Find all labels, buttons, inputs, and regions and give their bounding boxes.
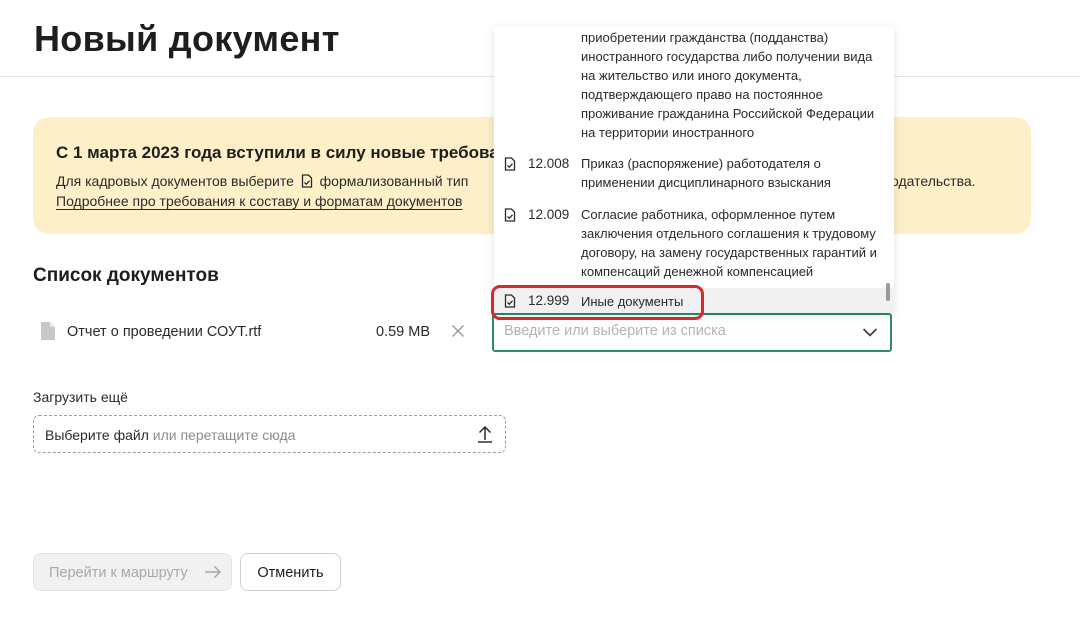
file-name: Отчет о проведении СОУТ.rtf (67, 324, 262, 340)
cancel-button-label: Отменить (257, 565, 324, 581)
dropzone-text: Выберите файл или перетащите сюда (45, 427, 295, 443)
file-row: Отчет о проведении СОУТ.rtf 0.59 MB (40, 318, 480, 346)
documents-section-title: Список документов (33, 265, 219, 286)
document-type-dropdown: приобретении гражданства (подданства) ин… (494, 26, 894, 313)
chevron-down-icon[interactable] (862, 325, 878, 339)
notice-text-tail: одательства. (891, 173, 976, 189)
dropdown-item-code: 12.009 (528, 207, 570, 222)
next-to-route-button[interactable]: Перейти к маршруту (33, 553, 232, 591)
document-type-input[interactable] (504, 323, 844, 339)
drag-here-text: или перетащите сюда (152, 427, 296, 443)
document-check-icon (301, 174, 312, 188)
dropdown-item-12009[interactable]: 12.009 Согласие работника, оформленное п… (494, 202, 894, 286)
dropdown-item-code: 12.008 (528, 156, 570, 171)
choose-file-text[interactable]: Выберите файл (45, 427, 149, 443)
document-type-select[interactable] (492, 313, 892, 352)
upload-label: Загрузить ещё (33, 389, 128, 405)
notice-text-before: Для кадровых документов выберите (56, 173, 294, 189)
dropdown-item-12008[interactable]: 12.008 Приказ (распоряжение) работодател… (494, 151, 894, 197)
cancel-button[interactable]: Отменить (240, 553, 341, 591)
dropdown-item-text: Приказ (распоряжение) работодателя о при… (581, 156, 831, 190)
file-icon (41, 322, 55, 340)
upload-icon[interactable] (477, 425, 493, 443)
dropdown-scrollbar[interactable] (886, 283, 890, 301)
document-check-icon (504, 208, 516, 222)
arrow-right-icon (205, 565, 222, 579)
dropdown-item[interactable]: приобретении гражданства (подданства) ин… (494, 26, 894, 148)
notice-title: С 1 марта 2023 года вступили в силу новы… (56, 143, 530, 162)
page-title: Новый документ (34, 18, 340, 59)
dropdown-item-code: 12.999 (528, 293, 570, 308)
notice-text-after: формализованный тип (319, 173, 469, 189)
file-size: 0.59 MB (376, 324, 430, 340)
document-check-icon (504, 294, 516, 308)
dropdown-item-text: приобретении гражданства (подданства) ин… (581, 30, 875, 140)
file-dropzone[interactable]: Выберите файл или перетащите сюда (33, 415, 506, 453)
dropdown-item-text: Иные документы (581, 294, 684, 309)
document-check-icon (504, 157, 516, 171)
requirements-link[interactable]: Подробнее про требования к составу и фор… (56, 193, 462, 209)
notice-text: Для кадровых документов выберите формали… (56, 173, 468, 189)
dropdown-item-text: Согласие работника, оформленное путем за… (581, 207, 877, 279)
close-icon[interactable] (450, 323, 466, 339)
next-button-label: Перейти к маршруту (49, 565, 188, 581)
dropdown-item-12999[interactable]: 12.999 Иные документы (494, 288, 894, 313)
